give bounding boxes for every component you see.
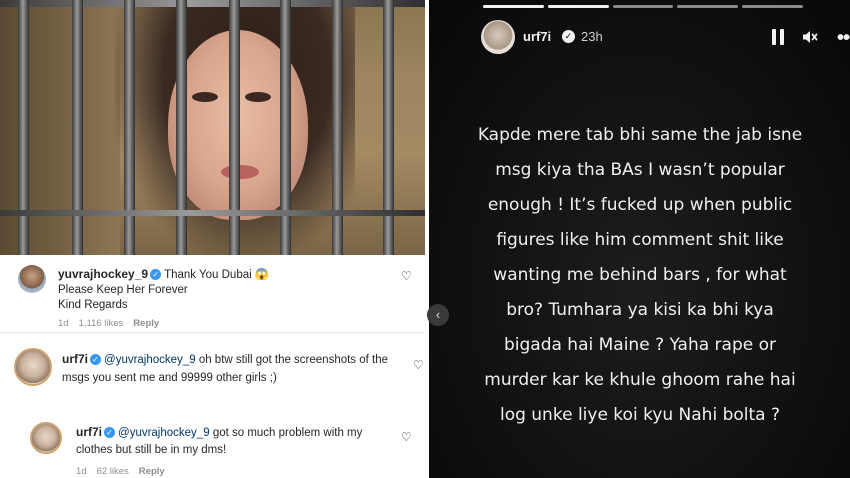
- avatar[interactable]: [18, 265, 46, 293]
- comment-username[interactable]: urf7i: [62, 352, 88, 366]
- comment-likes[interactable]: 62 likes: [97, 466, 129, 477]
- story-text-line: log unke liye koi kyu Nahi bolta ?: [499, 405, 781, 425]
- avatar[interactable]: [481, 20, 515, 54]
- verified-icon: ✓: [562, 30, 575, 43]
- comment-meta: 1d 1,116 likes Reply: [58, 318, 169, 329]
- comment-meta: 1d 62 likes Reply: [76, 466, 175, 477]
- comment-text-line: Please Keep Her Forever: [58, 284, 188, 296]
- comment-text: Thank You Dubai 😱: [164, 269, 270, 281]
- story-text-line: bro? Tumhara ya kisi ka bhi kya: [506, 300, 774, 320]
- instagram-story: urf7i ✓ 23h ••• Kapde mere tab bhi same …: [429, 0, 850, 478]
- story-text-line: murder kar ke khule ghoom rahe hai: [484, 370, 796, 390]
- heart-icon[interactable]: ♡: [413, 358, 424, 372]
- comment-username[interactable]: urf7i: [76, 425, 102, 439]
- comment-age: 1d: [76, 466, 87, 477]
- heart-icon[interactable]: ♡: [401, 269, 412, 283]
- story-text-line: msg kiya tha BAs I wasn’t popular: [495, 160, 785, 180]
- verified-icon: ✓: [90, 354, 102, 365]
- comments-screenshot: yuvrajhockey_9 ✓ Thank You Dubai 😱 Please …: [0, 0, 425, 478]
- story-text-line: figures like him comment shit like: [496, 230, 784, 250]
- comment-age: 1d: [58, 318, 69, 329]
- story-timestamp: 23h: [581, 29, 603, 44]
- comment-likes[interactable]: 1,116 likes: [79, 318, 124, 329]
- comment-urf7i-2: urf7i ✓ @yuvrajhockey_9 got so much proble…: [0, 418, 425, 478]
- story-text: Kapde mere tab bhi same the jab isne msg …: [459, 118, 821, 433]
- pause-icon[interactable]: [771, 29, 785, 45]
- progress-segment: [547, 5, 609, 8]
- heart-icon[interactable]: ♡: [401, 430, 412, 444]
- verified-icon: ✓: [104, 427, 116, 438]
- story-username[interactable]: urf7i: [523, 29, 551, 44]
- story-text-line: Kapde mere tab bhi same the jab isne: [477, 125, 803, 145]
- story-header: urf7i ✓ 23h •••: [481, 20, 850, 54]
- chevron-left-icon[interactable]: ‹: [427, 304, 449, 326]
- progress-segment: [612, 5, 674, 8]
- story-text-line: enough ! It’s fucked up when public: [487, 195, 793, 215]
- progress-segment: [742, 5, 803, 8]
- reply-button[interactable]: Reply: [133, 318, 159, 329]
- comment-urf7i-1: urf7i ✓ @yuvrajhockey_9 oh btw still got t…: [0, 336, 425, 416]
- story-text-line: bigada hai Maine ? Yaha rape or: [503, 335, 777, 355]
- mute-icon[interactable]: [801, 28, 819, 46]
- comment-username[interactable]: yuvrajhockey_9: [58, 267, 148, 281]
- story-progress-bar: [483, 5, 803, 8]
- avatar[interactable]: [14, 348, 52, 386]
- story-text-line: wanting me behind bars , for what: [493, 265, 787, 285]
- progress-segment: [677, 5, 739, 8]
- avatar[interactable]: [30, 422, 62, 454]
- mention-link[interactable]: @yuvrajhockey_9: [104, 354, 196, 366]
- progress-segment: [483, 5, 544, 8]
- jail-bars-photo: [0, 0, 425, 255]
- more-icon[interactable]: •••: [837, 27, 850, 50]
- reply-button[interactable]: Reply: [139, 466, 165, 477]
- comment-yuvraj: yuvrajhockey_9 ✓ Thank You Dubai 😱 Please …: [0, 255, 425, 333]
- mention-link[interactable]: @yuvrajhockey_9: [118, 427, 210, 439]
- verified-icon: ✓: [150, 269, 162, 280]
- comment-text-line: Kind Regards: [58, 299, 128, 311]
